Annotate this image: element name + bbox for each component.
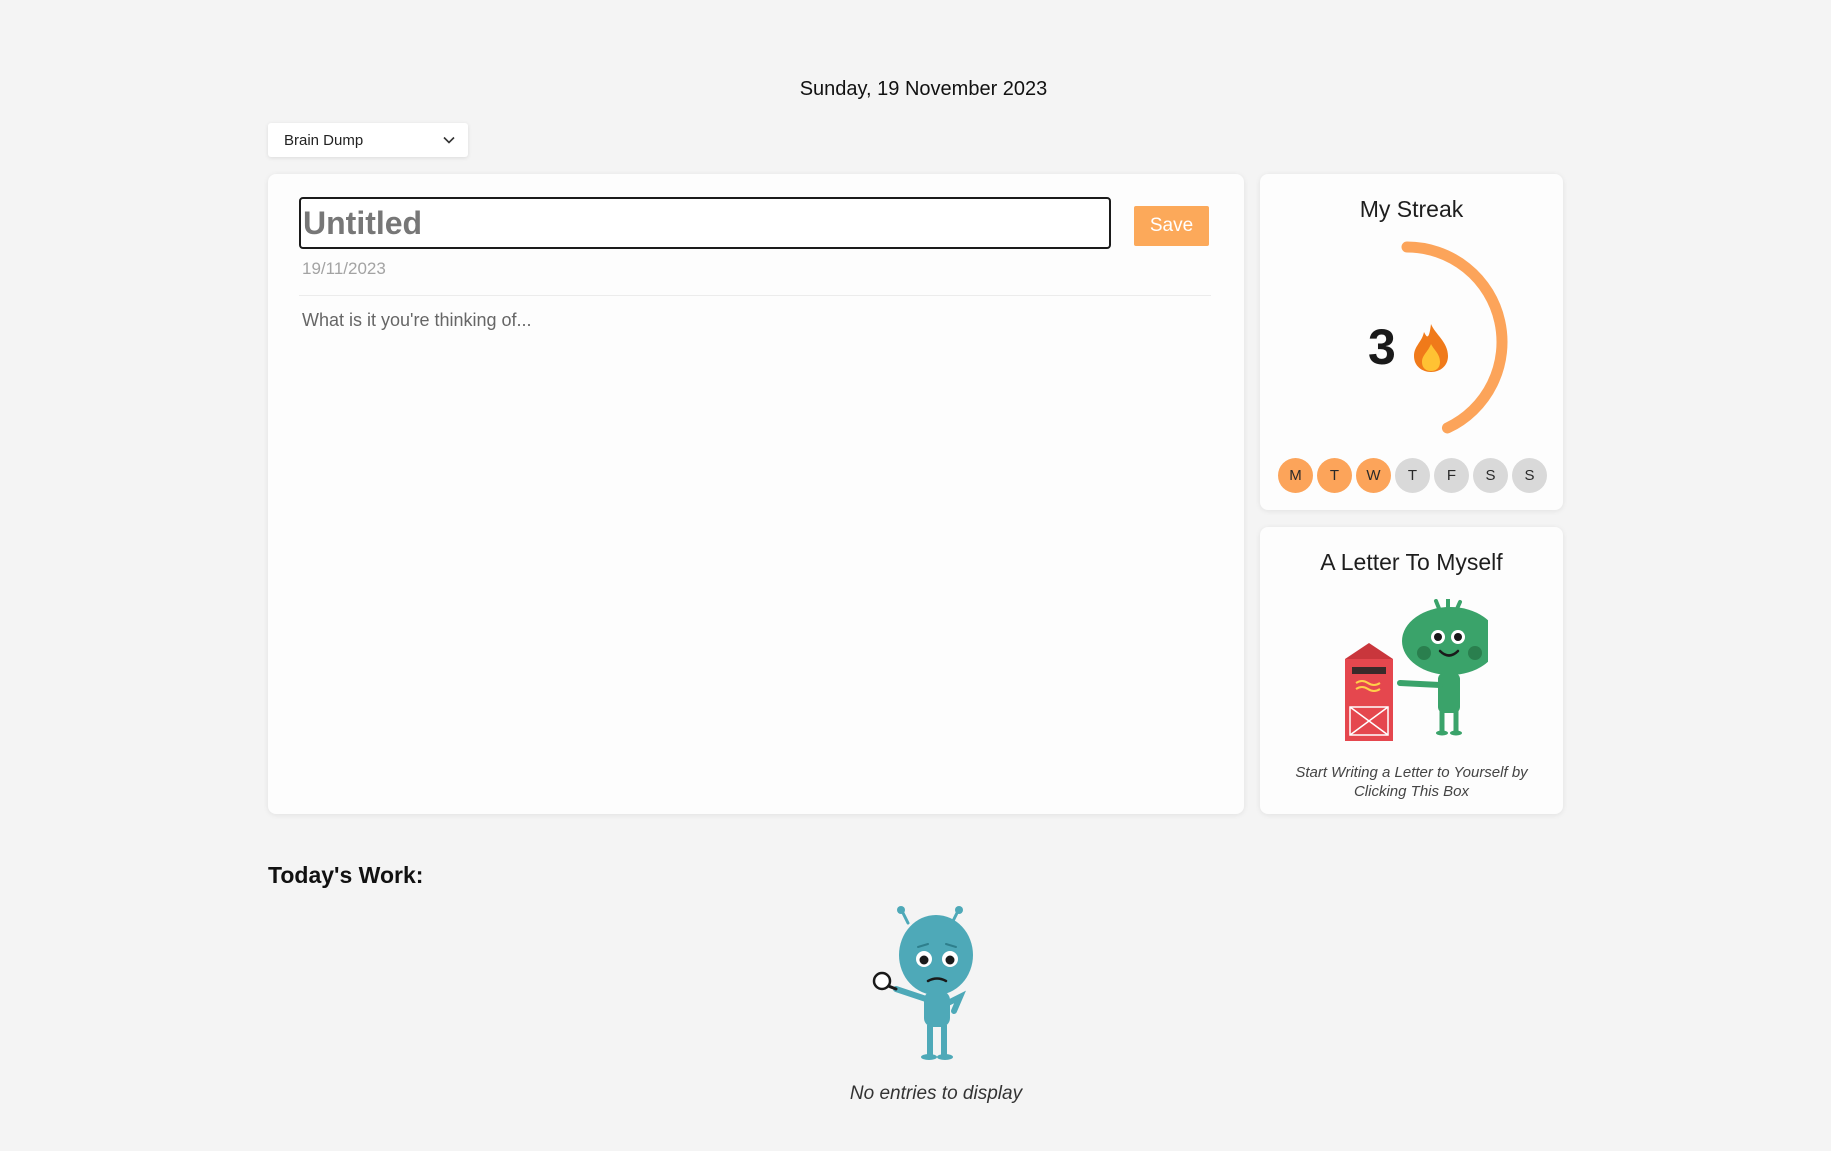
letter-caption: Start Writing a Letter to Yourself by Cl… [1295, 764, 1528, 800]
editor-card: Save 19/11/2023 [268, 174, 1244, 814]
weekday-1: T [1317, 458, 1352, 493]
letter-to-myself-card[interactable]: A Letter To Myself Start Writing a Lette… [1260, 527, 1563, 814]
weekday-0: M [1278, 458, 1313, 493]
entry-body-textarea[interactable] [302, 310, 1208, 790]
streak-count: 3 [1368, 319, 1396, 375]
confused-monster-illustration [872, 906, 973, 1060]
save-button[interactable]: Save [1134, 206, 1209, 246]
monster-mailbox-illustration [1345, 599, 1488, 741]
divider [299, 295, 1211, 296]
letter-title: A Letter To Myself [1320, 549, 1503, 575]
weekday-row: MTWTFSS [1278, 458, 1547, 493]
empty-entries-message: No entries to display [849, 1083, 1023, 1104]
entry-date: 19/11/2023 [302, 259, 386, 278]
chevron-down-icon [443, 136, 455, 144]
flame-icon [1414, 324, 1448, 372]
weekday-6: S [1512, 458, 1547, 493]
weekday-5: S [1473, 458, 1508, 493]
todays-work-heading: Today's Work: [268, 862, 424, 888]
entry-type-dropdown[interactable]: Brain Dump [268, 123, 468, 157]
streak-progress-ring [1401, 241, 1508, 434]
page-date: Sunday, 19 November 2023 [799, 78, 1048, 100]
streak-card: My Streak 3 MTWTFSS [1260, 174, 1563, 510]
weekday-3: T [1395, 458, 1430, 493]
weekday-4: F [1434, 458, 1469, 493]
weekday-2: W [1356, 458, 1391, 493]
entry-type-selected: Brain Dump [284, 131, 364, 149]
title-input[interactable] [299, 197, 1111, 249]
